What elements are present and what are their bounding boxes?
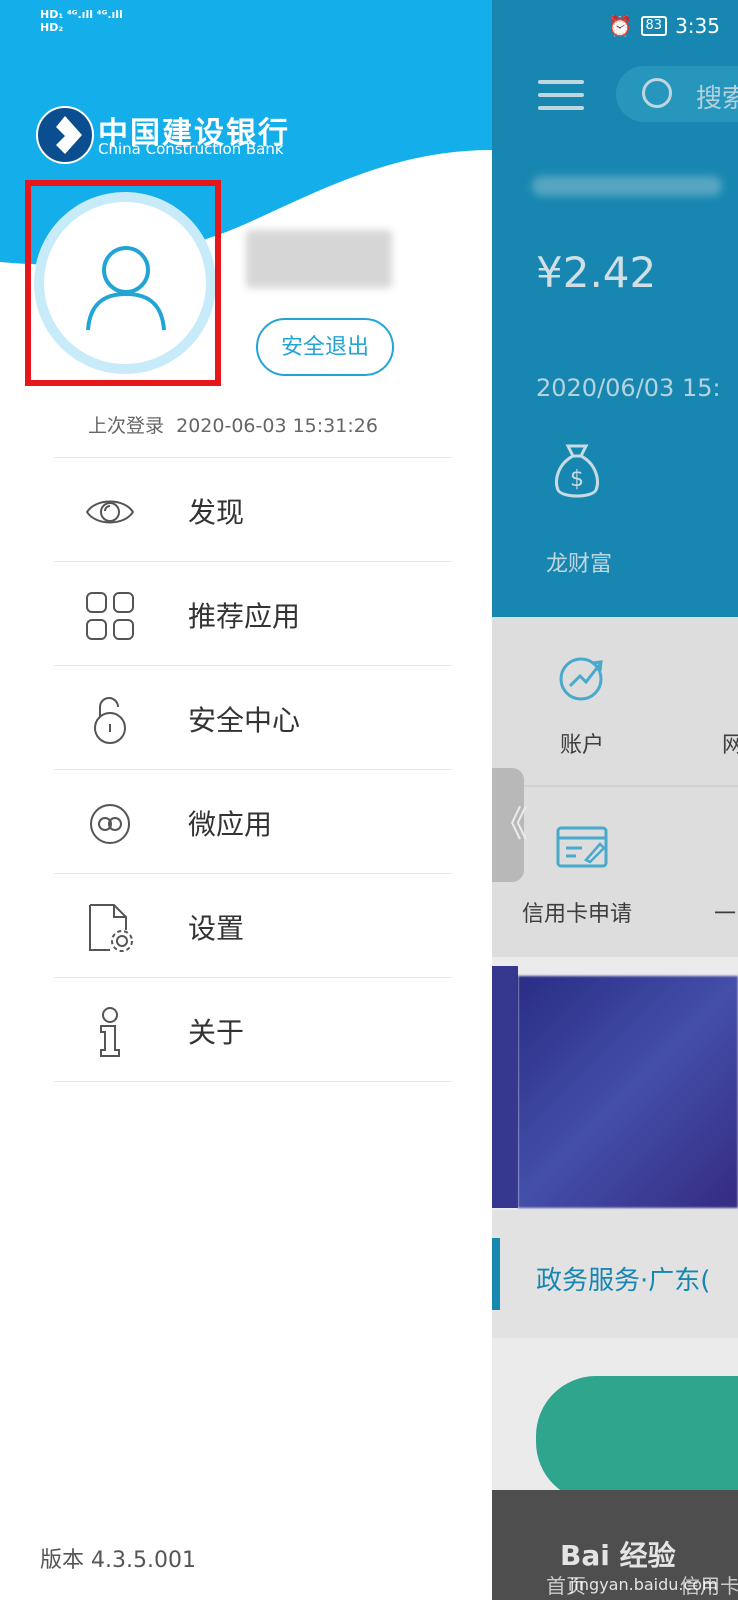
ccb-logo-icon — [36, 106, 94, 164]
app-version: 版本 4.3.5.001 — [40, 1548, 196, 1573]
settings-document-icon — [89, 904, 133, 952]
last-login-time: 2020-06-03 15:31:26 — [176, 415, 378, 437]
apps-grid-icon — [86, 592, 134, 640]
side-drawer: 中国建设银行 China Construction Bank 安全退出 上次登录… — [0, 0, 492, 1600]
lock-icon — [94, 697, 126, 744]
menu-label-discover: 发现 — [188, 496, 245, 529]
bank-name-en: China Construction Bank — [98, 140, 284, 158]
clock: 3:35 — [675, 14, 720, 38]
eye-icon — [85, 500, 135, 524]
menu-item-discover[interactable]: 发现 — [54, 457, 452, 561]
signal-line-2: HD₂ — [40, 21, 64, 34]
status-bar: HD₁ ⁴ᴳ.ıll ⁴ᴳ.ıll HD₂ ⏰ 83 3:35 — [0, 0, 738, 50]
dim-overlay[interactable] — [492, 0, 738, 1600]
last-login-info: 上次登录 2020-06-03 15:31:26 — [88, 411, 378, 438]
mini-app-icon — [90, 804, 130, 844]
menu-item-about[interactable]: 关于 — [54, 977, 452, 1082]
last-login-label: 上次登录 — [88, 415, 165, 437]
baidu-watermark-url: jingyan.baidu.com — [570, 1575, 718, 1594]
menu-label-about: 关于 — [188, 1016, 245, 1049]
background-app: 搜索 ¥2.42 2020/06/03 15: $ 龙财富 账户 网 信用卡申请… — [492, 0, 738, 1600]
blurred-username — [246, 230, 392, 288]
menu-item-mini-apps[interactable]: 微应用 — [54, 769, 452, 873]
info-icon — [100, 1007, 120, 1057]
menu-label-mini-apps: 微应用 — [188, 808, 273, 841]
menu-item-settings[interactable]: 设置 — [54, 873, 452, 977]
menu-item-security-center[interactable]: 安全中心 — [54, 665, 452, 769]
alarm-icon: ⏰ — [607, 14, 633, 38]
battery-level: 83 — [640, 16, 668, 36]
menu-item-recommended-apps[interactable]: 推荐应用 — [54, 561, 452, 665]
signal-indicators: HD₁ ⁴ᴳ.ıll ⁴ᴳ.ıll HD₂ — [40, 8, 123, 34]
signal-line-1: HD₁ ⁴ᴳ.ıll ⁴ᴳ.ıll — [40, 8, 123, 21]
menu-label-settings: 设置 — [188, 912, 245, 945]
baidu-watermark: Bai 经验 — [560, 1539, 676, 1572]
menu-label-recommended-apps: 推荐应用 — [188, 600, 301, 633]
avatar-highlight-box — [25, 180, 221, 386]
menu-label-security-center: 安全中心 — [188, 704, 301, 737]
drawer-menu: 发现 推荐应用 安全中心 微应用 设置 关于 — [54, 457, 452, 1082]
logout-button[interactable]: 安全退出 — [256, 318, 394, 376]
status-right: ⏰ 83 3:35 — [608, 14, 720, 38]
